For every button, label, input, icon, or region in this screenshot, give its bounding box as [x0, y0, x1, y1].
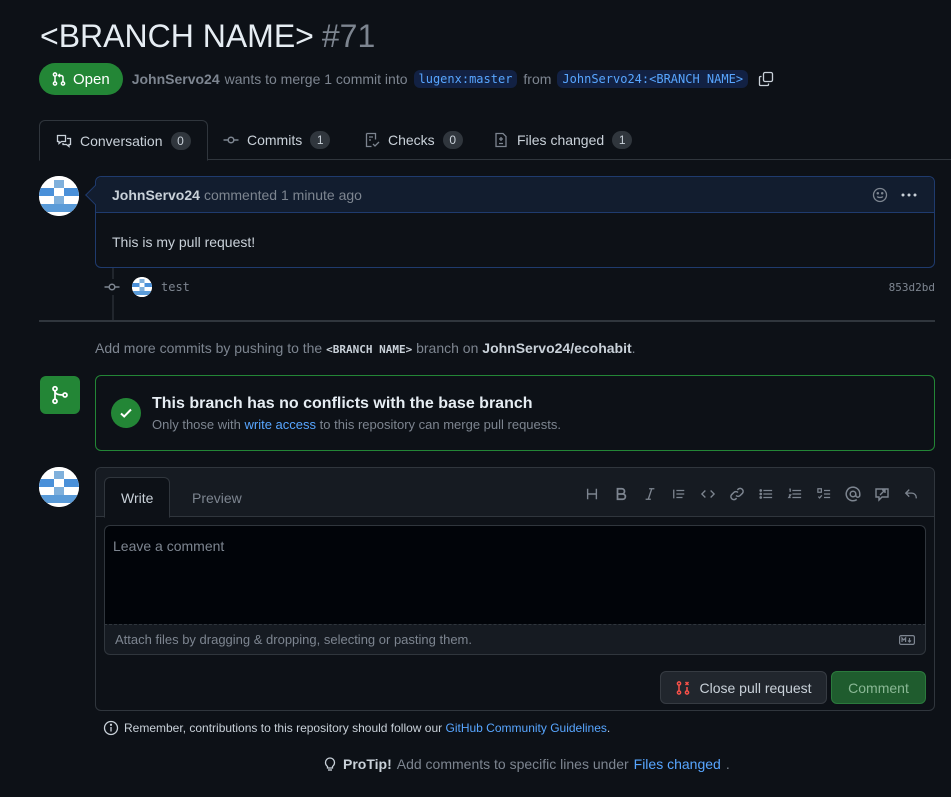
state-badge: Open: [39, 63, 123, 95]
attach-files-bar[interactable]: Attach files by dragging & dropping, sel…: [104, 624, 926, 655]
reference-icon[interactable]: [872, 484, 891, 503]
code-icon[interactable]: [698, 484, 717, 503]
tab-counter: 1: [310, 131, 331, 149]
push-hint-branch: <BRANCH NAME>: [326, 343, 413, 356]
git-commit-icon: [223, 132, 239, 148]
tab-conversation[interactable]: Conversation 0: [39, 120, 208, 161]
commit-sha-link[interactable]: 853d2bd: [889, 281, 935, 294]
merge-text: wants to merge 1 commit into: [224, 71, 408, 87]
merge-status-text: This branch has no conflicts with the ba…: [152, 395, 561, 432]
protip: ProTip! Add comments to specific lines u…: [322, 756, 730, 772]
push-hint: Add more commits by pushing to the <BRAN…: [95, 340, 636, 356]
smiley-icon[interactable]: [872, 187, 888, 203]
comment-actions: [872, 187, 918, 203]
protip-text: Add comments to specific lines under: [396, 756, 629, 772]
comment-body: This is my pull request!: [112, 234, 256, 250]
push-hint-suffix: .: [631, 340, 636, 356]
tab-preview[interactable]: Preview: [176, 477, 258, 518]
protip-label: ProTip!: [343, 756, 392, 772]
write-access-link[interactable]: write access: [245, 417, 317, 432]
link-icon[interactable]: [727, 484, 746, 503]
merge-sub-suffix: to this repository can merge pull reques…: [319, 416, 561, 432]
editor-header: Write Preview: [96, 468, 934, 518]
tab-label: Checks: [388, 132, 435, 148]
markdown-toolbar: [582, 484, 920, 503]
git-merge-icon: [40, 376, 80, 414]
repo-link[interactable]: JohnServo24/ecohabit: [482, 340, 631, 356]
tab-counter: 0: [170, 131, 191, 150]
comment-action: commented: [203, 186, 278, 203]
tab-commits[interactable]: Commits 1: [223, 120, 331, 160]
unordered-list-icon[interactable]: [756, 484, 775, 503]
checklist-icon: [364, 132, 380, 148]
close-button-label: Close pull request: [699, 679, 812, 696]
light-bulb-icon: [322, 756, 338, 772]
merge-status-title: This branch has no conflicts with the ba…: [152, 394, 533, 412]
tab-label: Files changed: [517, 132, 605, 148]
new-comment-form: Write Preview Leave a comment Attach fil…: [95, 467, 935, 711]
attach-files-text: Attach files by dragging & dropping, sel…: [115, 632, 472, 647]
tab-files-changed[interactable]: Files changed 1: [493, 120, 633, 160]
comment-discussion-icon: [56, 133, 72, 149]
pr-tabs: Conversation 0 Commits 1 Checks 0 Files …: [39, 120, 951, 161]
commit-row: test 853d2bd: [104, 276, 935, 298]
info-icon: [103, 720, 119, 736]
git-pull-request-icon: [51, 71, 67, 87]
task-list-icon[interactable]: [814, 484, 833, 503]
quote-icon[interactable]: [669, 484, 688, 503]
base-branch-ref[interactable]: lugenx:master: [413, 70, 518, 88]
mention-icon[interactable]: [843, 484, 862, 503]
guidelines-text: Remember, contributions to this reposito…: [124, 721, 611, 735]
merge-sub-prefix: Only those with: [152, 416, 241, 432]
tab-label: Conversation: [80, 132, 163, 149]
comment-time[interactable]: 1 minute ago: [281, 187, 362, 203]
tab-counter: 1: [612, 131, 633, 149]
community-guidelines-link[interactable]: GitHub Community Guidelines: [446, 721, 607, 735]
bold-icon[interactable]: [611, 484, 630, 503]
merge-from-text: from: [523, 71, 552, 87]
git-commit-icon: [104, 279, 120, 295]
tab-counter: 0: [442, 131, 463, 149]
guidelines-note: Remember, contributions to this reposito…: [103, 720, 610, 736]
tab-checks[interactable]: Checks 0: [364, 120, 463, 160]
close-pull-request-button[interactable]: Close pull request: [660, 671, 827, 704]
commit-message-link[interactable]: test: [161, 280, 190, 294]
timeline-divider: [39, 320, 935, 322]
tab-write[interactable]: Write: [104, 477, 171, 518]
reply-icon[interactable]: [901, 484, 920, 503]
merge-status-subtitle: Only those with write access to this rep…: [152, 417, 561, 432]
markdown-icon[interactable]: [899, 634, 915, 646]
push-hint-prefix: Add more commits by pushing to the: [95, 340, 323, 356]
avatar[interactable]: [39, 467, 79, 507]
pr-title-row: <BRANCH NAME> #71: [40, 18, 375, 55]
pr-title: <BRANCH NAME>: [40, 18, 314, 54]
protip-suffix: .: [725, 756, 730, 772]
comment-textarea[interactable]: Leave a comment: [104, 525, 926, 625]
italic-icon[interactable]: [640, 484, 659, 503]
ordered-list-icon[interactable]: [785, 484, 804, 503]
pr-meta: Open JohnServo24 wants to merge 1 commit…: [39, 63, 774, 95]
avatar[interactable]: [39, 176, 79, 216]
check-icon: [111, 398, 141, 428]
pr-author-link[interactable]: JohnServo24: [132, 71, 220, 87]
comment-header: JohnServo24 commented 1 minute ago: [96, 177, 934, 213]
comment-button[interactable]: Comment: [831, 671, 926, 704]
merge-status-box: This branch has no conflicts with the ba…: [95, 375, 935, 451]
state-label: Open: [73, 70, 110, 88]
pr-number: #71: [321, 18, 376, 54]
tab-label: Commits: [247, 132, 303, 148]
kebab-menu-icon[interactable]: [900, 187, 918, 203]
files-changed-link[interactable]: Files changed: [634, 756, 721, 772]
git-pull-request-closed-icon: [675, 680, 691, 696]
heading-icon[interactable]: [582, 484, 601, 503]
file-diff-icon: [493, 132, 509, 148]
commit-avatar[interactable]: [132, 277, 152, 297]
comment-box: JohnServo24 commented 1 minute ago This …: [85, 176, 935, 268]
head-branch-ref[interactable]: JohnServo24:<BRANCH NAME>: [557, 70, 749, 88]
comment-author[interactable]: JohnServo24: [112, 187, 200, 203]
copy-icon[interactable]: [758, 71, 774, 87]
push-hint-middle: branch on: [416, 340, 479, 356]
